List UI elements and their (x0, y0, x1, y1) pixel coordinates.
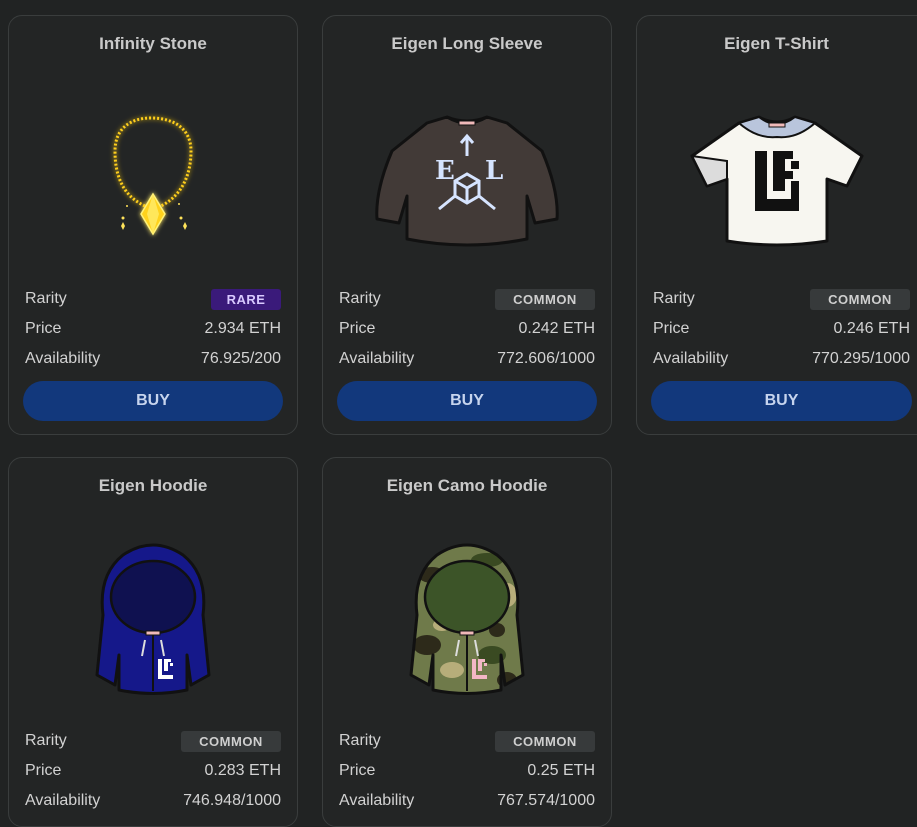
price-label: Price (25, 320, 62, 337)
svg-text:L: L (485, 156, 503, 186)
hoodie-icon (9, 530, 297, 700)
price-value: 0.242 ETH (518, 320, 595, 337)
product-card-infinity-stone: Infinity Stone Rarity RARE Price 2.934 E… (8, 15, 298, 435)
availability-value: 772.606/1000 (497, 350, 595, 367)
rarity-badge: RARE (211, 288, 281, 310)
price-value: 0.25 ETH (527, 762, 595, 779)
product-title: Infinity Stone (99, 34, 207, 53)
rarity-label: Rarity (25, 732, 67, 749)
price-row: Price 0.283 ETH (25, 760, 281, 782)
availability-value: 76.925/200 (200, 350, 281, 367)
product-card-eigen-long-sleeve: Eigen Long Sleeve E L Rarity COMMON Pric… (322, 15, 612, 435)
availability-label: Availability (339, 350, 415, 367)
rarity-label: Rarity (653, 290, 695, 307)
price-value: 2.934 ETH (204, 320, 281, 337)
product-card-eigen-camo-hoodie: Eigen Camo Hoodie Rarity COMMON Price 0.… (322, 457, 612, 827)
product-title: Eigen Long Sleeve (391, 34, 543, 53)
rarity-row: Rarity RARE (25, 288, 281, 310)
availability-row: Availability 770.295/1000 (653, 348, 910, 370)
availability-label: Availability (25, 350, 101, 367)
rarity-badge: COMMON (495, 730, 595, 752)
price-label: Price (339, 320, 376, 337)
long-sleeve-icon: E L (323, 76, 611, 276)
rarity-row: Rarity COMMON (339, 730, 595, 752)
camo-hoodie-icon (323, 530, 611, 700)
rarity-badge: COMMON (495, 288, 595, 310)
price-label: Price (339, 762, 376, 779)
buy-button[interactable]: BUY (651, 381, 912, 421)
product-card-eigen-t-shirt: Eigen T-Shirt Rarity COMMON Price 0.246 … (636, 15, 917, 435)
product-title: Eigen Camo Hoodie (386, 476, 548, 495)
availability-value: 746.948/1000 (183, 792, 281, 809)
rarity-row: Rarity COMMON (653, 288, 910, 310)
price-label: Price (653, 320, 690, 337)
availability-label: Availability (653, 350, 729, 367)
rarity-row: Rarity COMMON (339, 288, 595, 310)
buy-button[interactable]: BUY (337, 381, 597, 421)
price-value: 0.246 ETH (833, 320, 910, 337)
price-row: Price 0.246 ETH (653, 318, 910, 340)
availability-row: Availability 76.925/200 (25, 348, 281, 370)
necklace-icon (9, 76, 297, 276)
availability-label: Availability (339, 792, 415, 809)
rarity-badge: COMMON (181, 730, 281, 752)
availability-row: Availability 767.574/1000 (339, 790, 595, 812)
availability-label: Availability (25, 792, 101, 809)
product-title: Eigen Hoodie (98, 476, 208, 495)
price-row: Price 2.934 ETH (25, 318, 281, 340)
availability-row: Availability 772.606/1000 (339, 348, 595, 370)
rarity-label: Rarity (339, 732, 381, 749)
product-title: Eigen T-Shirt (724, 34, 829, 53)
buy-button[interactable]: BUY (23, 381, 283, 421)
availability-value: 770.295/1000 (812, 350, 910, 367)
rarity-row: Rarity COMMON (25, 730, 281, 752)
rarity-label: Rarity (339, 290, 381, 307)
svg-text:E: E (435, 156, 455, 186)
price-row: Price 0.25 ETH (339, 760, 595, 782)
price-label: Price (25, 762, 62, 779)
t-shirt-icon (637, 76, 916, 276)
rarity-badge: COMMON (810, 288, 910, 310)
availability-value: 767.574/1000 (497, 792, 595, 809)
price-value: 0.283 ETH (204, 762, 281, 779)
availability-row: Availability 746.948/1000 (25, 790, 281, 812)
rarity-label: Rarity (25, 290, 67, 307)
product-card-eigen-hoodie: Eigen Hoodie Rarity COMMON Price 0.283 E… (8, 457, 298, 827)
price-row: Price 0.242 ETH (339, 318, 595, 340)
